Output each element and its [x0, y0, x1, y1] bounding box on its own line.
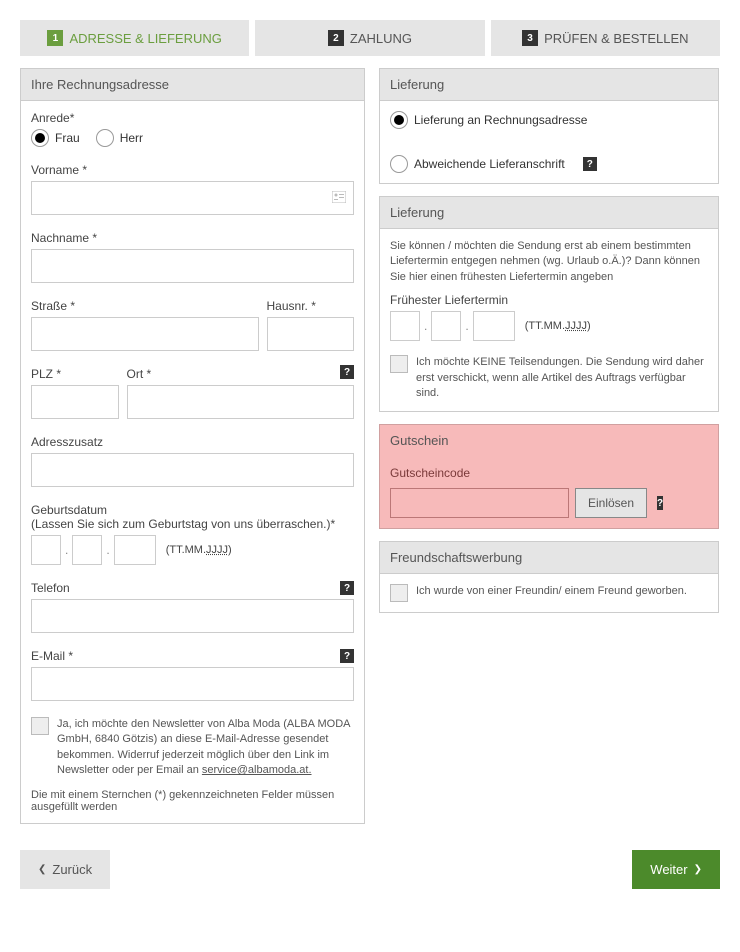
phone-label: Telefon: [31, 581, 354, 595]
billing-header: Ihre Rechnungsadresse: [21, 69, 364, 101]
next-label: Weiter: [650, 862, 687, 877]
deliv-month-input[interactable]: [431, 311, 461, 341]
birth-year-input[interactable]: [114, 535, 156, 565]
help-icon[interactable]: ?: [340, 581, 354, 595]
delivery-other-label: Abweichende Lieferanschrift: [414, 157, 565, 171]
date-hint: (TT.MM.JJJJ): [166, 544, 232, 556]
email-input[interactable]: [31, 667, 354, 701]
birth-day-input[interactable]: [31, 535, 61, 565]
delivery-billing-radio[interactable]: Lieferung an Rechnungsadresse: [390, 111, 708, 129]
delivery-date-panel: Lieferung Sie können / möchten die Sendu…: [379, 196, 719, 412]
newsletter-checkbox[interactable]: [31, 717, 49, 735]
no-partial-checkbox[interactable]: [390, 355, 408, 373]
email-label: E-Mail *: [31, 649, 354, 663]
newsletter-text: Ja, ich möchte den Newsletter von Alba M…: [57, 717, 354, 779]
voucher-header: Gutschein: [380, 425, 583, 456]
help-icon[interactable]: ?: [340, 365, 354, 379]
referral-header: Freundschaftswerbung: [380, 542, 718, 574]
birthdate-label: Geburtsdatum: [31, 503, 354, 517]
earliest-label: Frühester Liefertermin: [390, 293, 708, 307]
zip-input[interactable]: [31, 385, 119, 419]
firstname-label: Vorname *: [31, 163, 354, 177]
phone-input[interactable]: [31, 599, 354, 633]
salutation-frau-label: Frau: [55, 131, 80, 145]
delivery-other-radio[interactable]: Abweichende Lieferanschrift ?: [390, 155, 708, 173]
voucher-redeem-button[interactable]: Einlösen: [575, 488, 647, 518]
step-num-1: 1: [47, 30, 63, 46]
help-icon[interactable]: ?: [657, 496, 663, 510]
help-icon[interactable]: ?: [583, 157, 597, 171]
firstname-input[interactable]: [31, 181, 354, 215]
back-label: Zurück: [52, 862, 92, 877]
no-partial-text: Ich möchte KEINE Teilsendungen. Die Send…: [416, 355, 708, 401]
step-label-1: ADRESSE & LIEFERUNG: [69, 31, 221, 46]
referral-text: Ich wurde von einer Freundin/ einem Freu…: [416, 584, 687, 599]
birth-month-input[interactable]: [72, 535, 102, 565]
radio-icon: [31, 129, 49, 147]
referral-checkbox[interactable]: [390, 584, 408, 602]
addition-label: Adresszusatz: [31, 435, 354, 449]
delivery-header: Lieferung: [380, 69, 718, 101]
step-label-3: PRÜFEN & BESTELLEN: [544, 31, 689, 46]
radio-icon: [96, 129, 114, 147]
city-input[interactable]: [127, 385, 355, 419]
houseno-label: Hausnr. *: [267, 299, 355, 313]
lastname-label: Nachname *: [31, 231, 354, 245]
delivery-billing-label: Lieferung an Rechnungsadresse: [414, 113, 587, 127]
street-input[interactable]: [31, 317, 259, 351]
radio-icon: [390, 111, 408, 129]
zip-label: PLZ *: [31, 367, 119, 381]
delivery-date-header: Lieferung: [380, 197, 718, 229]
deliv-day-input[interactable]: [390, 311, 420, 341]
step-label-2: ZAHLUNG: [350, 31, 412, 46]
chevron-right-icon: ❯: [694, 864, 702, 875]
voucher-code-label: Gutscheincode: [390, 466, 573, 480]
salutation-herr-radio[interactable]: Herr: [96, 129, 143, 147]
next-button[interactable]: Weiter ❯: [632, 850, 720, 889]
back-button[interactable]: ❮ Zurück: [20, 850, 110, 889]
salutation-herr-label: Herr: [120, 131, 143, 145]
chevron-left-icon: ❮: [38, 864, 46, 875]
salutation-label: Anrede*: [31, 111, 354, 125]
date-hint: (TT.MM.JJJJ): [525, 320, 591, 332]
city-label: Ort *: [127, 367, 355, 381]
step-num-2: 2: [328, 30, 344, 46]
required-note: Die mit einem Sternchen (*) gekennzeichn…: [31, 789, 354, 813]
radio-icon: [390, 155, 408, 173]
step-num-3: 3: [522, 30, 538, 46]
step-address[interactable]: 1 ADRESSE & LIEFERUNG: [20, 20, 249, 56]
help-icon[interactable]: ?: [340, 649, 354, 663]
salutation-frau-radio[interactable]: Frau: [31, 129, 80, 147]
step-payment[interactable]: 2 ZAHLUNG: [255, 20, 484, 56]
delivery-panel: Lieferung Lieferung an Rechnungsadresse …: [379, 68, 719, 184]
billing-panel: Ihre Rechnungsadresse Anrede* Frau Herr …: [20, 68, 365, 824]
delivery-desc: Sie können / möchten die Sendung erst ab…: [390, 239, 708, 285]
deliv-year-input[interactable]: [473, 311, 515, 341]
checkout-steps: 1 ADRESSE & LIEFERUNG 2 ZAHLUNG 3 PRÜFEN…: [20, 20, 720, 56]
houseno-input[interactable]: [267, 317, 355, 351]
lastname-input[interactable]: [31, 249, 354, 283]
referral-panel: Freundschaftswerbung Ich wurde von einer…: [379, 541, 719, 613]
addition-input[interactable]: [31, 453, 354, 487]
step-review[interactable]: 3 PRÜFEN & BESTELLEN: [491, 20, 720, 56]
birthdate-sub: (Lassen Sie sich zum Geburtstag von uns …: [31, 517, 354, 531]
voucher-code-input[interactable]: [390, 488, 569, 518]
contact-icon: [332, 190, 346, 206]
voucher-panel: Gutschein Gutscheincode Einlösen ?: [379, 424, 719, 529]
newsletter-email-link[interactable]: service@albamoda.at.: [202, 764, 312, 776]
street-label: Straße *: [31, 299, 259, 313]
